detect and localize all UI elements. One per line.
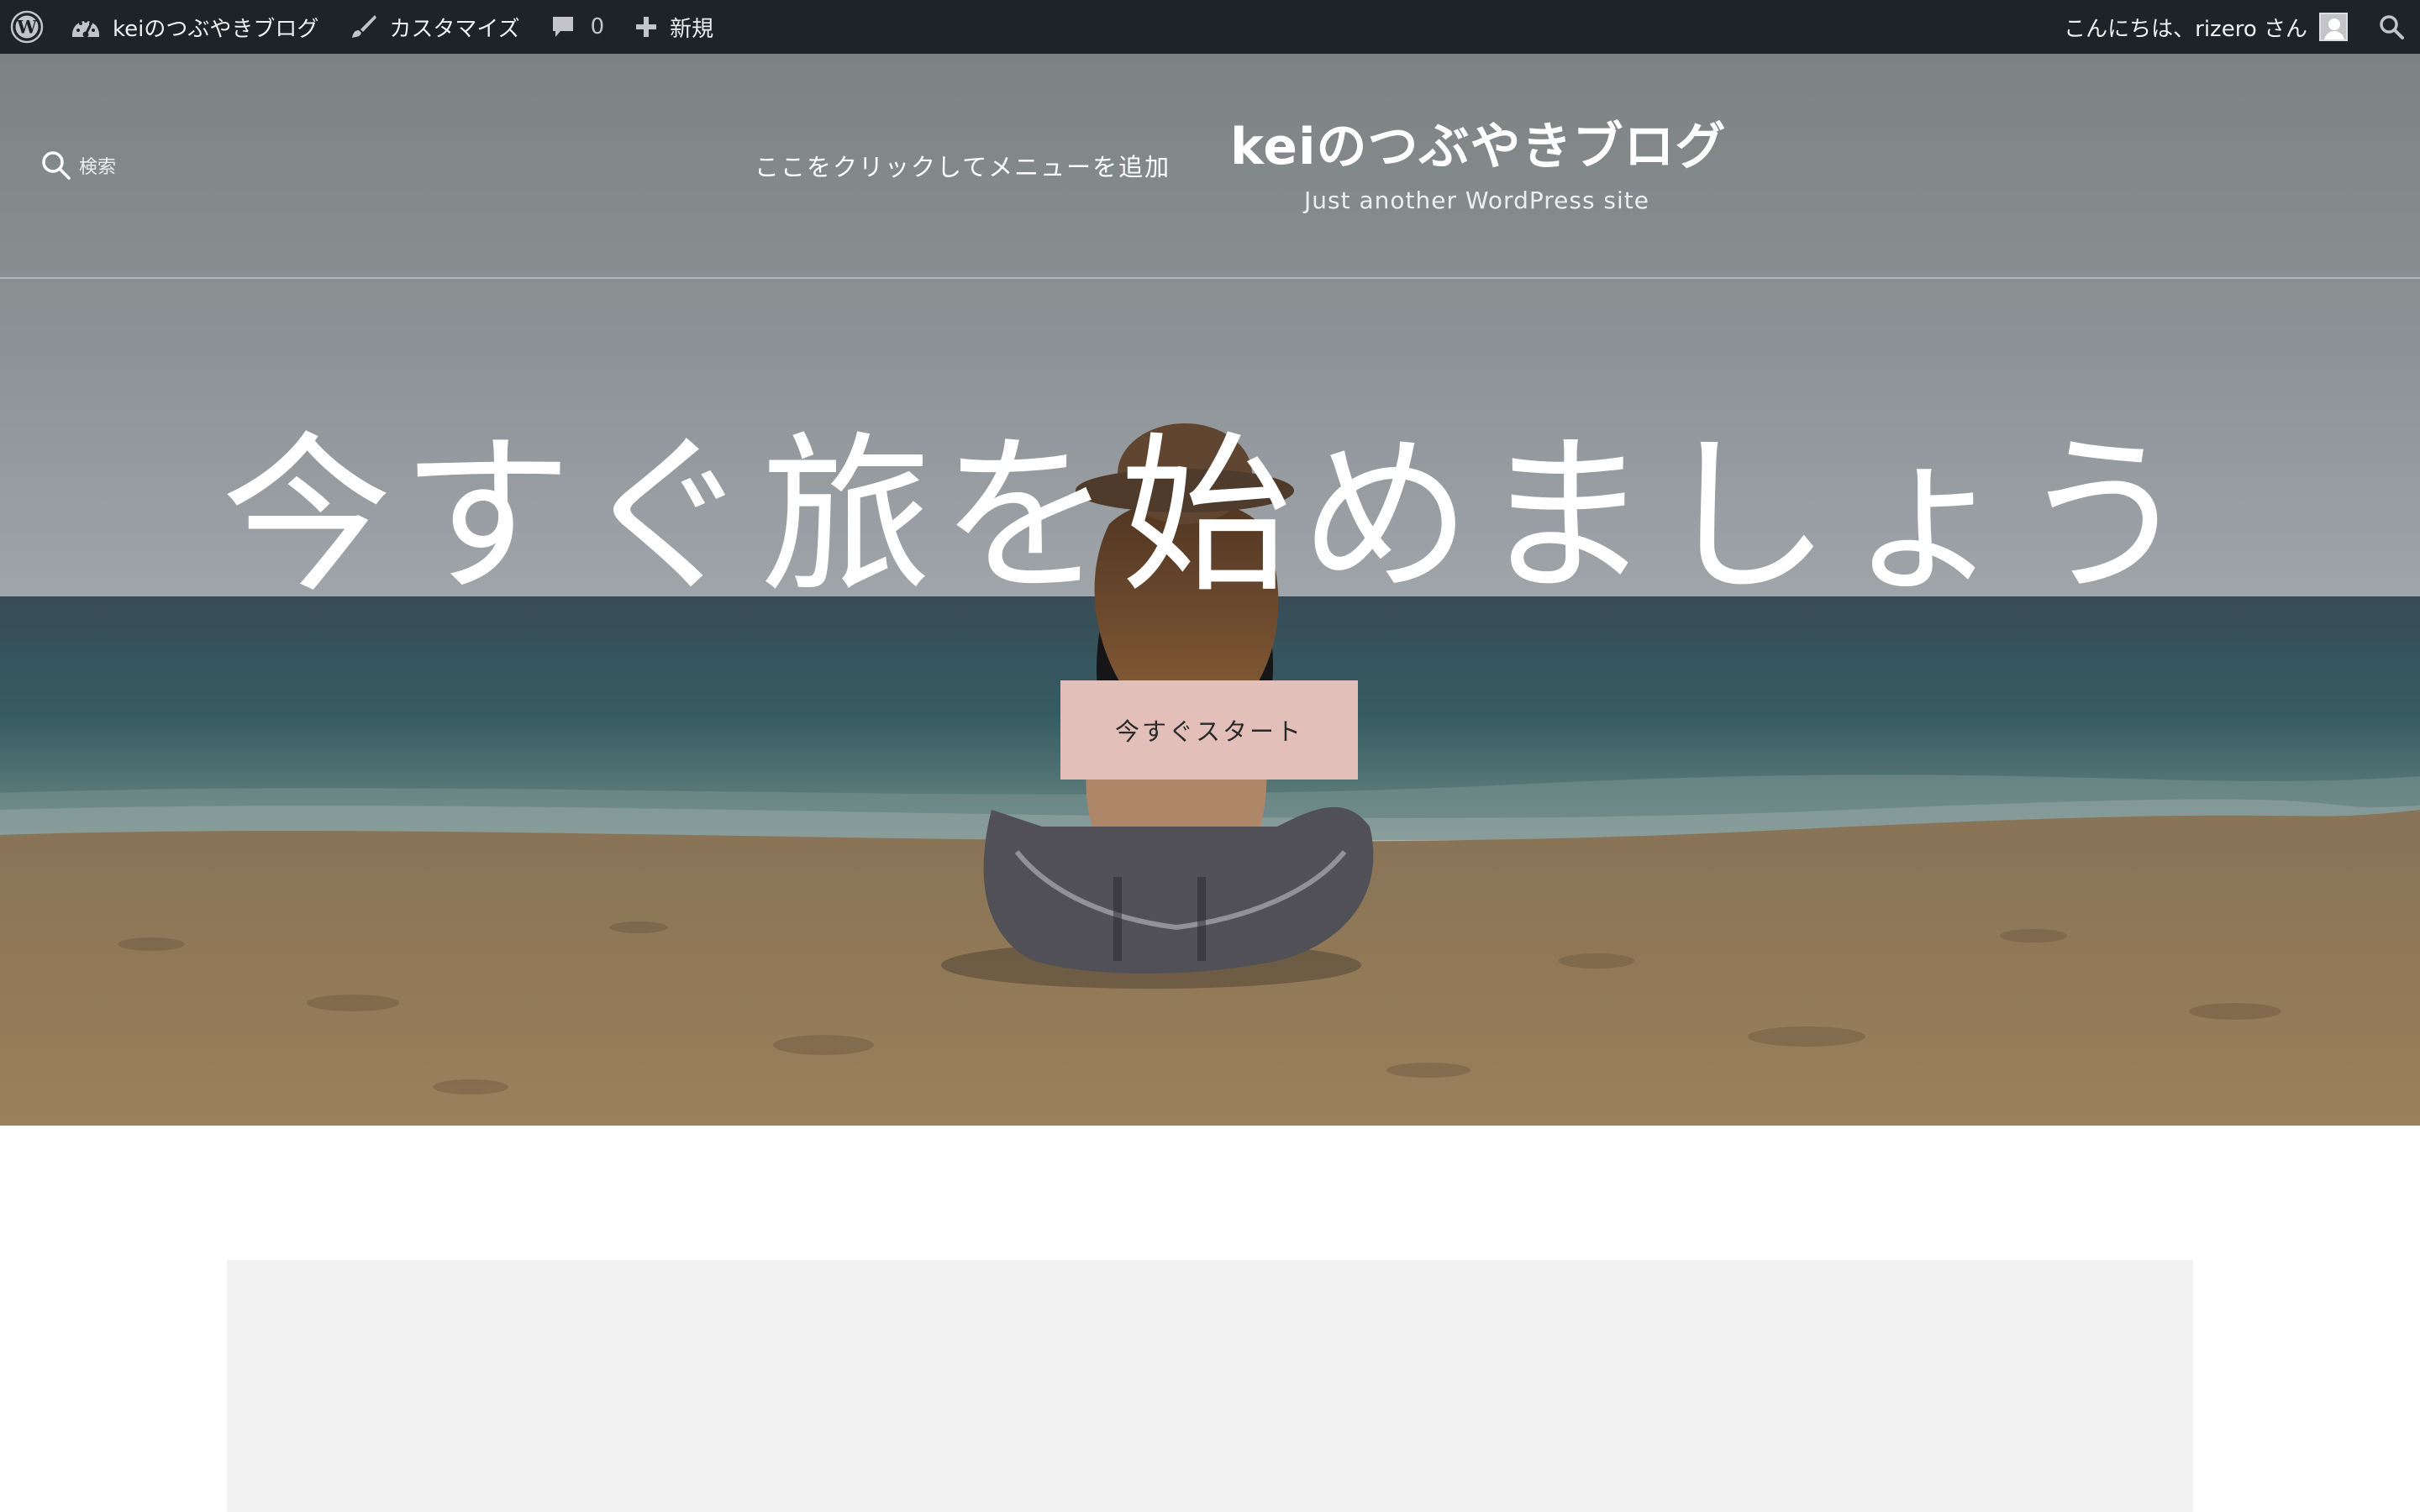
user-avatar [2319,13,2348,41]
plus-icon [636,17,657,37]
search-icon [42,151,71,180]
start-now-button[interactable]: 今すぐスタート [1060,680,1358,780]
wordpress-menu[interactable]: W [0,0,55,54]
site-title[interactable]: keiのつぶやきブログ [1230,106,1727,179]
svg-text:W: W [16,17,37,38]
new-content-menu[interactable]: 新規 [619,0,729,54]
content-placeholder-block [227,1260,2193,1512]
customize-label: カスタマイズ [389,16,520,42]
customize-menu[interactable]: カスタマイズ [334,0,534,54]
greeting-text: こんにちは、rizero さん [2064,16,2307,42]
admin-bar: W keiのつぶやきブログ カスタマイズ 0 新規 こんにちは、rizero さ… [0,0,2420,54]
primary-menu-add-link[interactable]: ここをクリックしてメニューを追加 [755,148,1171,183]
site-description: Just another WordPress site [1304,186,1650,214]
search-label: 検索 [79,157,117,178]
new-content-label: 新規 [670,16,714,42]
adminbar-search[interactable] [2363,0,2420,54]
comment-bubble-icon [552,17,573,37]
site-name-menu[interactable]: keiのつぶやきブログ [55,0,334,54]
hero-cover: 検索 ここをクリックしてメニューを追加 keiのつぶやきブログ Just ano… [0,54,2420,1126]
hero-heading: 今すぐ旅を始めましょう [221,417,2199,617]
site-name-label: keiのつぶやきブログ [113,16,319,42]
wordpress-logo-icon: W [10,10,44,44]
site-header: 検索 ここをクリックしてメニューを追加 keiのつぶやきブログ Just ano… [0,54,2420,279]
paintbrush-icon [352,15,377,38]
header-search-toggle[interactable]: 検索 [40,150,116,181]
dashboard-gauge-icon [72,19,99,38]
my-account-menu[interactable]: こんにちは、rizero さん [2049,0,2363,54]
search-icon [2380,15,2404,39]
comments-menu[interactable]: 0 [535,0,620,54]
comments-count: 0 [590,14,605,39]
